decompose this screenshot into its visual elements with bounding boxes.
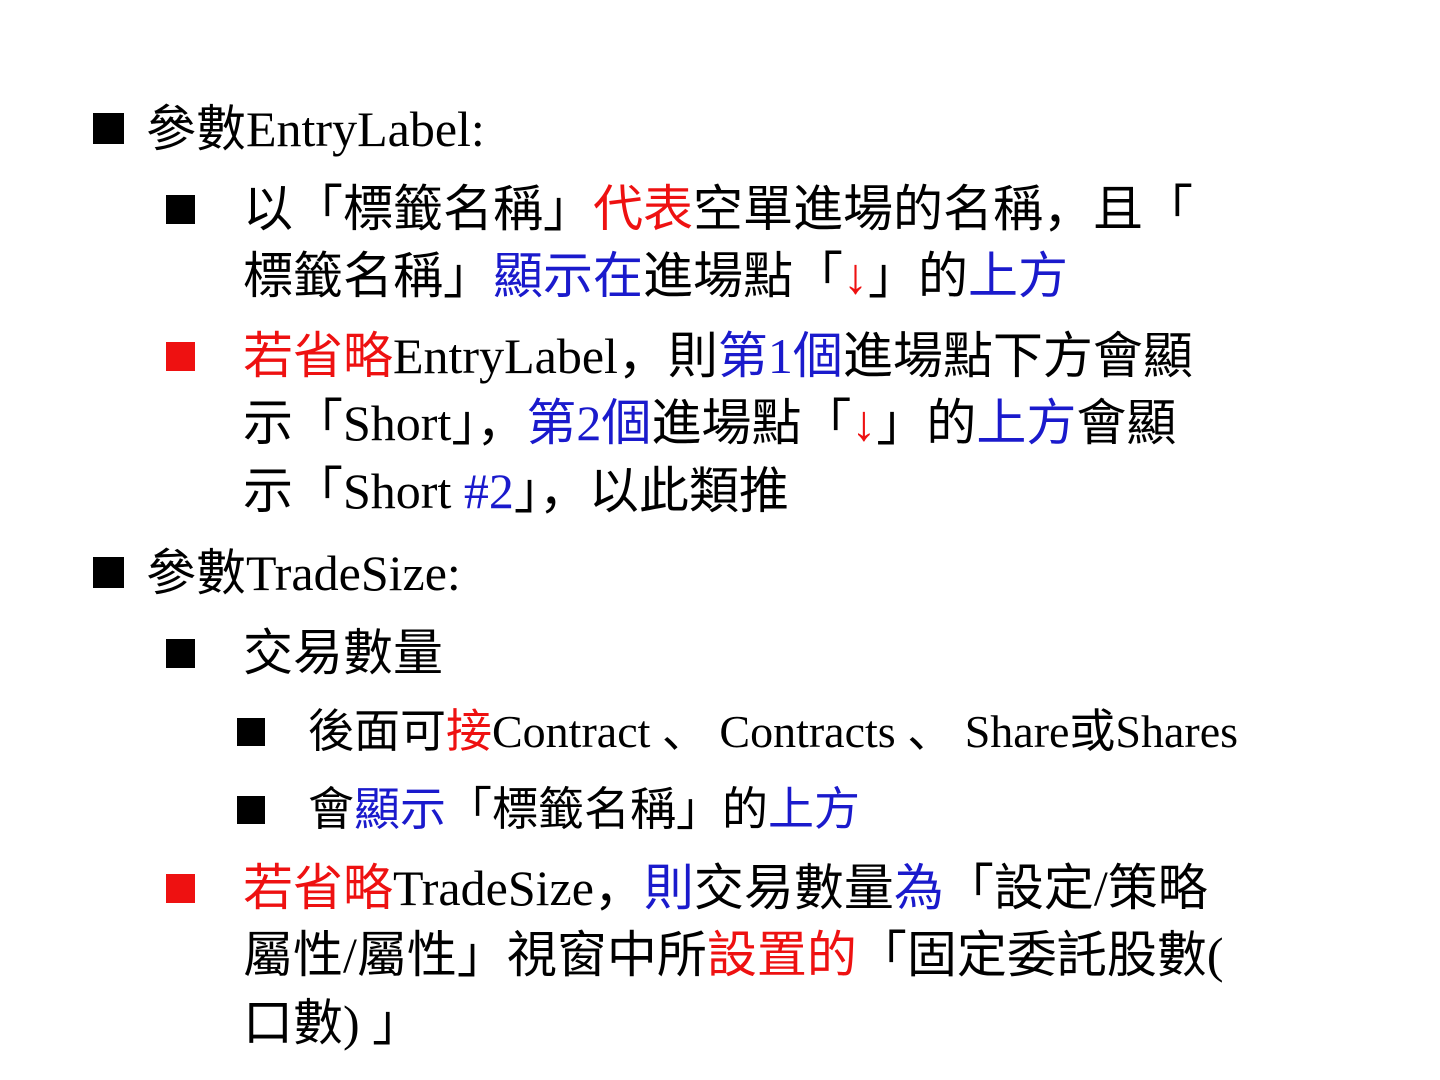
text-segment-blue: 則 xyxy=(643,860,694,916)
text-segment: 空單進場的名稱，且「 xyxy=(693,181,1193,237)
text-segment: 示「Short」， xyxy=(243,395,527,451)
text-segment: 屬性/屬性」視窗中所 xyxy=(243,927,707,983)
text-segment: 口數) 」 xyxy=(243,995,423,1051)
text-segment-blue: 顯示在 xyxy=(493,248,643,304)
bullet-square-small xyxy=(237,796,265,824)
text-segment: 「設定/策略 xyxy=(943,860,1208,916)
text-segment-blue: 上方 xyxy=(968,248,1068,304)
text-segment-red: 接 xyxy=(446,706,492,757)
text-segment: 會 xyxy=(308,784,354,835)
text-segment: 」的 xyxy=(876,395,977,451)
text-segment-red: 設置的 xyxy=(706,927,857,983)
bullet-square xyxy=(166,195,195,224)
text-segment: 進場點下方會顯 xyxy=(842,328,1193,384)
bullet-square xyxy=(93,113,124,144)
down-arrow-glyph: ↓ xyxy=(843,248,868,304)
text-line: 口數) 」 xyxy=(243,998,422,1048)
text-segment: 」，以此類推 xyxy=(513,463,789,519)
text-segment: 標籤名稱」 xyxy=(243,248,493,304)
text-segment-blue: 為 xyxy=(893,860,944,916)
text-segment-blue: #2 xyxy=(463,463,514,519)
text-segment: 參數EntryLabel: xyxy=(146,101,485,157)
bullet-square xyxy=(93,557,124,588)
text-segment: 進場點「 xyxy=(651,395,852,451)
bullet-square-red xyxy=(166,342,195,371)
text-segment: 「標籤名稱」的 xyxy=(446,784,768,835)
text-segment-red: 若省略 xyxy=(243,328,393,384)
text-line: 後面可接Contract 、 Contracts 、 Share或Shares xyxy=(308,709,1238,755)
text-segment: 示「Short xyxy=(243,463,464,519)
text-segment: TradeSize， xyxy=(393,860,644,916)
text-segment: 會顯 xyxy=(1076,395,1177,451)
text-segment: 進場點「 xyxy=(643,248,843,304)
down-arrow-glyph: ↓ xyxy=(851,395,877,451)
text-segment: 參數TradeSize: xyxy=(146,545,461,601)
text-segment: 「固定委託股數( xyxy=(856,927,1224,983)
text-line: 屬性/屬性」視窗中所設置的「固定委託股數( xyxy=(243,930,1224,980)
text-line: 示「Short」，第2個進場點「↓」的上方會顯 xyxy=(243,398,1176,448)
bullet-square-small xyxy=(237,718,265,746)
text-segment: Contract 、 Contracts 、 Share或Shares xyxy=(492,706,1239,757)
slide: { "colors": { "text": "#000000", "red": … xyxy=(0,0,1440,1080)
heading-tradesize: 參數TradeSize: xyxy=(146,548,461,598)
text-segment-blue: 第2個 xyxy=(526,395,652,451)
text-line: 以「標籤名稱」代表空單進場的名稱，且「 xyxy=(243,184,1193,234)
text-line: 標籤名稱」顯示在進場點「↓」的上方 xyxy=(243,251,1068,301)
heading-entrylabel: 參數EntryLabel: xyxy=(146,104,485,154)
text-line: 示「Short #2」，以此類推 xyxy=(243,466,789,516)
text-segment-blue: 上方 xyxy=(768,784,860,835)
text-segment-blue: 顯示 xyxy=(354,784,446,835)
text-segment: 交易數量 xyxy=(693,860,894,916)
text-line: 交易數量 xyxy=(243,628,443,678)
text-segment-red: 代表 xyxy=(593,181,693,237)
text-line: 若省略EntryLabel，則第1個進場點下方會顯 xyxy=(243,331,1193,381)
bullet-square-red xyxy=(166,874,195,903)
text-segment: 後面可 xyxy=(308,706,446,757)
text-segment: 以「標籤名稱」 xyxy=(243,181,593,237)
bullet-square xyxy=(166,639,195,668)
text-segment: 」的 xyxy=(868,248,968,304)
text-segment: 交易數量 xyxy=(243,625,443,681)
text-segment-blue: 第1個 xyxy=(717,328,843,384)
text-line: 會顯示「標籤名稱」的上方 xyxy=(308,787,860,833)
text-segment-red: 若省略 xyxy=(243,860,393,916)
text-segment: EntryLabel，則 xyxy=(393,328,718,384)
text-line: 若省略TradeSize，則交易數量為「設定/策略 xyxy=(243,863,1208,913)
text-segment-blue: 上方 xyxy=(976,395,1077,451)
